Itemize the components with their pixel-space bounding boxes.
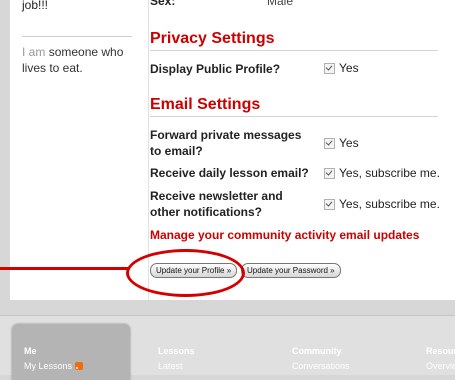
newsletter-label: Receive newsletter and other notificatio… <box>150 189 283 219</box>
email-settings-title: Email Settings <box>150 96 261 113</box>
privacy-settings-title: Privacy Settings <box>150 30 275 47</box>
display-profile-option[interactable]: Yes <box>324 60 359 76</box>
bio-prefix: I am <box>22 45 46 59</box>
privacy-rule <box>150 50 438 51</box>
daily-lesson-option[interactable]: Yes, subscribe me. <box>324 165 440 181</box>
newsletter-value: Yes, subscribe me. <box>339 197 440 211</box>
bio-tail-text: job!!! <box>22 0 49 12</box>
footer-me-heading: Me <box>24 346 37 356</box>
annotation-circle <box>126 249 245 297</box>
forward-messages-value: Yes <box>339 136 359 150</box>
display-profile-label: Display Public Profile? <box>150 62 281 76</box>
footer-my-lessons-link[interactable]: My Lessons <box>24 361 84 371</box>
footer-community-heading: Community <box>292 346 342 356</box>
forward-messages-option[interactable]: Yes <box>324 135 359 151</box>
footer-overview-link[interactable]: Overvie <box>426 361 455 371</box>
sidebar-divider <box>22 36 132 37</box>
update-password-button[interactable]: Update your Password » <box>241 263 341 278</box>
profile-sidebar: job!!! I am someone who lives to eat. <box>10 0 149 300</box>
my-lessons-label: My Lessons <box>24 361 73 371</box>
sex-label: Sex: <box>150 0 176 8</box>
daily-lesson-label: Receive daily lesson email? <box>150 166 309 180</box>
daily-lesson-value: Yes, subscribe me. <box>339 166 440 180</box>
annotation-line <box>0 267 128 270</box>
display-profile-checkbox[interactable] <box>324 63 335 74</box>
email-rule <box>150 116 438 117</box>
newsletter-checkbox[interactable] <box>324 199 335 210</box>
footer-resources-heading: Resour <box>426 346 455 356</box>
forward-messages-checkbox[interactable] <box>324 138 335 149</box>
manage-email-updates-link[interactable]: Manage your community activity email upd… <box>150 228 419 242</box>
forward-messages-label: Forward private messages to email? <box>150 128 302 158</box>
footer-lessons-heading: Lessons <box>158 346 195 356</box>
content-panel: job!!! I am someone who lives to eat. Se… <box>10 0 455 300</box>
newsletter-option[interactable]: Yes, subscribe me. <box>324 196 440 212</box>
daily-lesson-checkbox[interactable] <box>324 168 335 179</box>
display-profile-value: Yes <box>339 61 359 75</box>
sex-value: Male <box>267 0 294 8</box>
bio-text: I am someone who lives to eat. <box>22 44 142 76</box>
footer-conversations-link[interactable]: Conversations <box>292 361 350 371</box>
footer-latest-link[interactable]: Latest <box>158 361 183 371</box>
rss-icon <box>75 362 84 370</box>
